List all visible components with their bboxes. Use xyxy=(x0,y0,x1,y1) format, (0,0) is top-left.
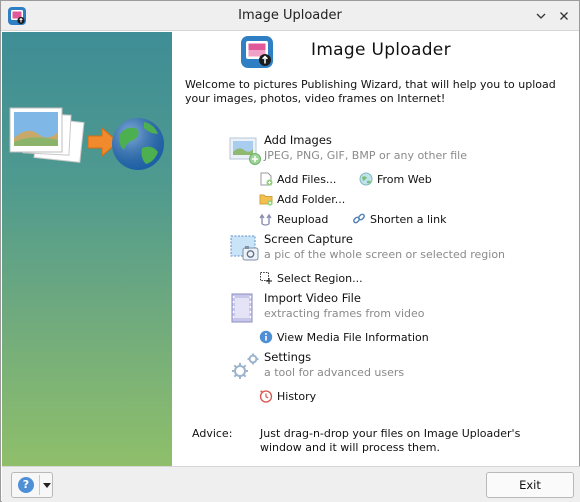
add-folder-link[interactable]: Add Folder... xyxy=(259,192,345,206)
close-button[interactable] xyxy=(554,6,574,26)
link-chain-icon xyxy=(353,213,365,224)
add-files-label: Add Files... xyxy=(277,172,337,186)
advice-text: Just drag-n-drop your files on Image Upl… xyxy=(260,427,521,454)
history-clock-icon xyxy=(259,390,273,403)
upload-illustration-icon xyxy=(9,107,164,170)
close-icon xyxy=(560,12,568,20)
welcome-text: Welcome to pictures Publishing Wizard, t… xyxy=(185,78,556,105)
add-folder-label: Add Folder... xyxy=(277,192,346,206)
title-bar: Image Uploader xyxy=(1,1,579,31)
add-images-title[interactable]: Add Images xyxy=(264,133,332,147)
from-web-label: From Web xyxy=(377,172,432,186)
globe-icon xyxy=(359,172,373,186)
app-window: Image Uploader Image Uploader Welcome to… xyxy=(0,0,580,502)
history-link[interactable]: History xyxy=(259,389,316,403)
reupload-link[interactable]: Reupload xyxy=(259,212,328,226)
import-video-title[interactable]: Import Video File xyxy=(264,291,361,305)
screen-capture-desc: a pic of the whole screen or selected re… xyxy=(264,248,506,261)
reupload-icon xyxy=(259,213,272,226)
sidebar-banner xyxy=(2,32,172,466)
exit-button[interactable]: Exit xyxy=(486,472,574,498)
help-menu-button[interactable]: ? xyxy=(11,472,53,498)
bottom-bar: ? Exit xyxy=(2,466,580,502)
media-info-label: View Media File Information xyxy=(277,330,429,344)
minimize-button[interactable] xyxy=(531,6,551,26)
gear-icon xyxy=(232,353,259,379)
help-button-divider xyxy=(39,475,40,495)
media-info-link[interactable]: View Media File Information xyxy=(259,330,429,344)
add-images-desc: JPEG, PNG, GIF, BMP or any other file xyxy=(264,149,468,162)
dropdown-arrow-icon[interactable] xyxy=(43,483,51,488)
chevron-down-icon xyxy=(536,13,546,19)
app-logo-icon xyxy=(241,36,273,68)
from-web-link[interactable]: From Web xyxy=(359,172,432,186)
info-icon xyxy=(259,330,273,344)
help-icon: ? xyxy=(18,477,34,493)
main-panel: Image Uploader Welcome to pictures Publi… xyxy=(172,32,579,466)
add-images-icon xyxy=(229,137,261,165)
reupload-label: Reupload xyxy=(277,212,329,226)
import-video-desc: extracting frames from video xyxy=(264,307,425,320)
history-label: History xyxy=(277,389,317,403)
screen-capture-title[interactable]: Screen Capture xyxy=(264,232,353,246)
add-files-link[interactable]: Add Files... xyxy=(259,172,336,186)
screen-capture-icon xyxy=(230,235,259,261)
video-film-icon xyxy=(231,293,253,323)
select-region-link[interactable]: Select Region... xyxy=(259,271,363,285)
shorten-link-link[interactable]: Shorten a link xyxy=(352,212,446,226)
select-region-icon xyxy=(260,272,272,284)
folder-icon xyxy=(259,194,273,206)
page-title: Image Uploader xyxy=(311,40,451,60)
advice-label: Advice: xyxy=(192,427,233,440)
shorten-link-label: Shorten a link xyxy=(370,212,447,226)
add-file-icon xyxy=(260,172,273,186)
settings-desc: a tool for advanced users xyxy=(264,366,405,379)
window-title: Image Uploader xyxy=(238,8,342,23)
settings-title[interactable]: Settings xyxy=(264,350,311,364)
select-region-label: Select Region... xyxy=(277,271,363,285)
